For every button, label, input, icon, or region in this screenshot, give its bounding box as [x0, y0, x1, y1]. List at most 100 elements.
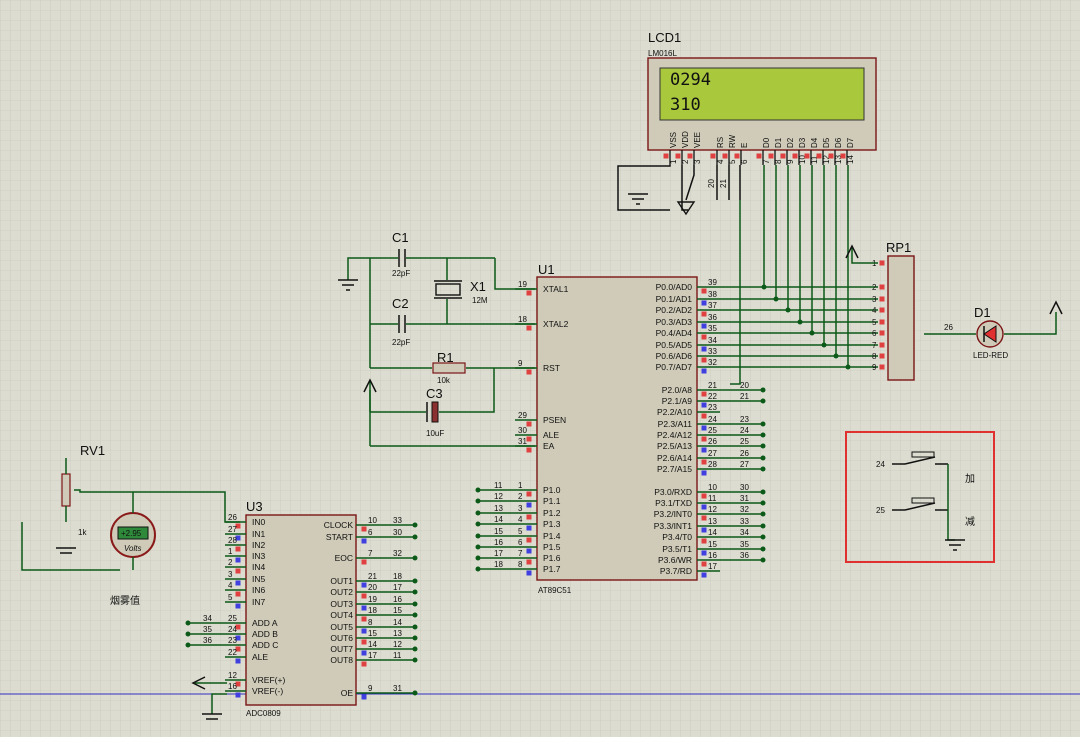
x1-value: 12M — [472, 296, 488, 305]
schematic-canvas[interactable]: LCD1 LM016L 0294 310 VSS1VDD2VEE3RS4RW5E… — [0, 0, 1080, 737]
mcu-pin-label: RST — [543, 363, 560, 373]
adc-pin-label: OUT7 — [330, 644, 353, 654]
lcd-pin-label: RW — [728, 134, 737, 148]
mcu-net-label: 16 — [494, 538, 503, 547]
mcu-pin-marker — [526, 325, 532, 331]
mcu-pin-label: P3.2/INT0 — [654, 509, 693, 519]
mcu-pin-label: P1.2 — [543, 508, 561, 518]
c3-ref: C3 — [426, 386, 443, 401]
adc-pin-label: OUT6 — [330, 633, 353, 643]
adc-net-dot — [412, 522, 418, 528]
mcu-net-label: 25 — [740, 437, 749, 446]
adc-pin-num: 1 — [228, 547, 233, 556]
adc-net-label: 33 — [393, 516, 402, 525]
adc-pin-num: 26 — [228, 513, 237, 522]
lcd-pin-num: 3 — [693, 159, 702, 164]
mcu-pin-marker — [701, 561, 707, 567]
adc-pin-num: 20 — [368, 583, 377, 592]
mcu-pin-marker — [701, 391, 707, 397]
rp1-pin-num: 5 — [872, 318, 877, 327]
adc-pin-marker — [235, 603, 241, 609]
mcu-pin-num: 22 — [708, 392, 717, 401]
mcu-pin-label: P2.5/A13 — [657, 441, 692, 451]
rp1-body — [887, 255, 915, 381]
mcu-pin-marker — [526, 421, 532, 427]
lcd-pin-label: D1 — [774, 137, 783, 148]
mcu-net-label: 26 — [740, 449, 749, 458]
adc-pin-num: 18 — [368, 606, 377, 615]
mcu-pin-label: P2.0/A8 — [662, 385, 693, 395]
mcu-net-dot — [475, 566, 481, 572]
mcu-pin-marker — [701, 402, 707, 408]
adc-pin-marker — [361, 616, 367, 622]
rp1-pin-num: 8 — [872, 352, 877, 361]
led-value: LED-RED — [973, 351, 1008, 360]
mcu-net-dot — [760, 489, 766, 495]
mcu-pin-marker — [526, 548, 532, 554]
adc-pin-label: START — [326, 532, 353, 542]
bus-junction — [821, 342, 827, 348]
mcu-pin-num: 10 — [708, 483, 717, 492]
mcu-pin-num: 15 — [708, 540, 717, 549]
adc-pin-marker — [361, 661, 367, 667]
mcu-pin-marker — [701, 572, 707, 578]
mcu-pin-label: P1.1 — [543, 496, 561, 506]
mcu-pin-num: 29 — [518, 411, 527, 420]
mcu-pin-num: 26 — [708, 437, 717, 446]
bus-junction — [809, 330, 815, 336]
mcu-net-dot — [760, 546, 766, 552]
bus-junction — [773, 296, 779, 302]
adc-pin-label: EOC — [335, 553, 353, 563]
lcd-pin-label: E — [740, 143, 749, 148]
mcu-net-dot — [475, 487, 481, 493]
mcu-pin-label: XTAL1 — [543, 284, 569, 294]
mcu-pin-marker — [701, 550, 707, 556]
adc-pin-num: 9 — [368, 684, 373, 693]
mcu-pin-num: 30 — [518, 426, 527, 435]
adc-pin-label: OUT8 — [330, 655, 353, 665]
adc-net-label: 16 — [393, 595, 402, 604]
key1-net: 24 — [876, 460, 885, 469]
mcu-pin-marker — [701, 334, 707, 340]
lcd-pin-marker — [734, 153, 740, 159]
key1-label: 加 — [965, 473, 975, 485]
mcu-pin-label: P3.3/INT1 — [654, 521, 693, 531]
adc-pin-label: ALE — [252, 652, 268, 662]
adc-pin-num: 8 — [368, 618, 373, 627]
mcu-pin-label: P2.7/A15 — [657, 464, 692, 474]
mcu-net-label: 35 — [740, 540, 749, 549]
bus-junction — [797, 319, 803, 325]
meter-unit: Volts — [124, 544, 142, 553]
adc-pin-num: 10 — [368, 516, 377, 525]
lcd-pin-marker — [675, 153, 681, 159]
lcd-pin-num: 9 — [786, 159, 795, 164]
adc-pin-num: 24 — [228, 625, 237, 634]
mcu-pin-num: 4 — [518, 515, 523, 524]
mcu-pin-label: P2.6/A14 — [657, 453, 692, 463]
adc-pin-num: 3 — [228, 570, 233, 579]
adc-pin-label: CLOCK — [324, 520, 354, 530]
mcu-pin-label: ALE — [543, 430, 559, 440]
lcd-ref: LCD1 — [648, 30, 681, 45]
adc-net-label: 34 — [203, 614, 212, 623]
lcd-pin-marker — [710, 153, 716, 159]
adc-pin-num: 7 — [368, 549, 373, 558]
mcu-net-dot — [475, 555, 481, 561]
mcu-pin-marker — [701, 447, 707, 453]
bus-junction — [761, 284, 767, 290]
mcu-pin-marker — [701, 470, 707, 476]
adc-pin-marker — [361, 559, 367, 565]
adc-net-dot — [412, 657, 418, 663]
mcu-pin-marker — [526, 525, 532, 531]
mcu-net-label: 36 — [740, 551, 749, 560]
rp1-pin-num: 4 — [872, 306, 877, 315]
adc-pin-marker — [235, 591, 241, 597]
adc-pin-label: IN1 — [252, 529, 266, 539]
adc-pin-marker — [361, 694, 367, 700]
mcu-net-dot — [760, 500, 766, 506]
mcu-pin-marker — [701, 346, 707, 352]
led-ref: D1 — [974, 305, 991, 320]
adc-net-label: 17 — [393, 583, 402, 592]
adc-pin-num: 28 — [228, 536, 237, 545]
mcu-pin-label: P0.7/AD7 — [656, 362, 693, 372]
